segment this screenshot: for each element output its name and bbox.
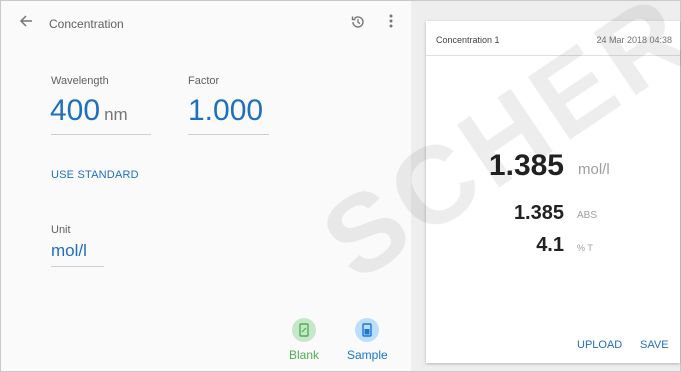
wavelength-field[interactable]: 400 nm: [50, 94, 128, 128]
blank-label[interactable]: Blank: [289, 348, 319, 362]
factor-field[interactable]: 1.000: [188, 94, 263, 128]
use-standard-button[interactable]: USE STANDARD: [51, 169, 139, 181]
more-options-icon[interactable]: [385, 14, 397, 32]
unit-field[interactable]: mol/l: [51, 241, 87, 261]
absorbance-value: 1.385: [513, 202, 564, 224]
transmission-value: 4.1: [536, 234, 564, 256]
upload-button[interactable]: UPLOAD: [577, 339, 622, 351]
transmission-unit: % T: [577, 243, 593, 253]
back-arrow-icon[interactable]: [19, 14, 39, 34]
result-title: Concentration 1: [436, 35, 500, 45]
save-button[interactable]: SAVE: [640, 339, 669, 351]
page-title: Concentration: [49, 17, 124, 31]
unit-underline: [51, 266, 104, 267]
wavelength-label: Wavelength: [51, 75, 109, 87]
wavelength-underline: [51, 134, 151, 135]
wavelength-unit: nm: [104, 105, 128, 124]
blank-button[interactable]: [292, 318, 316, 342]
blank-cuvette-icon: [299, 323, 309, 337]
sample-cuvette-icon: [362, 323, 372, 337]
sample-label[interactable]: Sample: [347, 348, 388, 362]
concentration-unit: mol/l: [578, 161, 610, 178]
unit-label: Unit: [51, 224, 71, 236]
history-icon[interactable]: [350, 14, 366, 30]
absorbance-unit: ABS: [577, 210, 598, 221]
sample-button[interactable]: [355, 318, 379, 342]
factor-underline: [188, 134, 269, 135]
factor-label: Factor: [188, 75, 220, 87]
wavelength-value: 400: [50, 94, 101, 127]
